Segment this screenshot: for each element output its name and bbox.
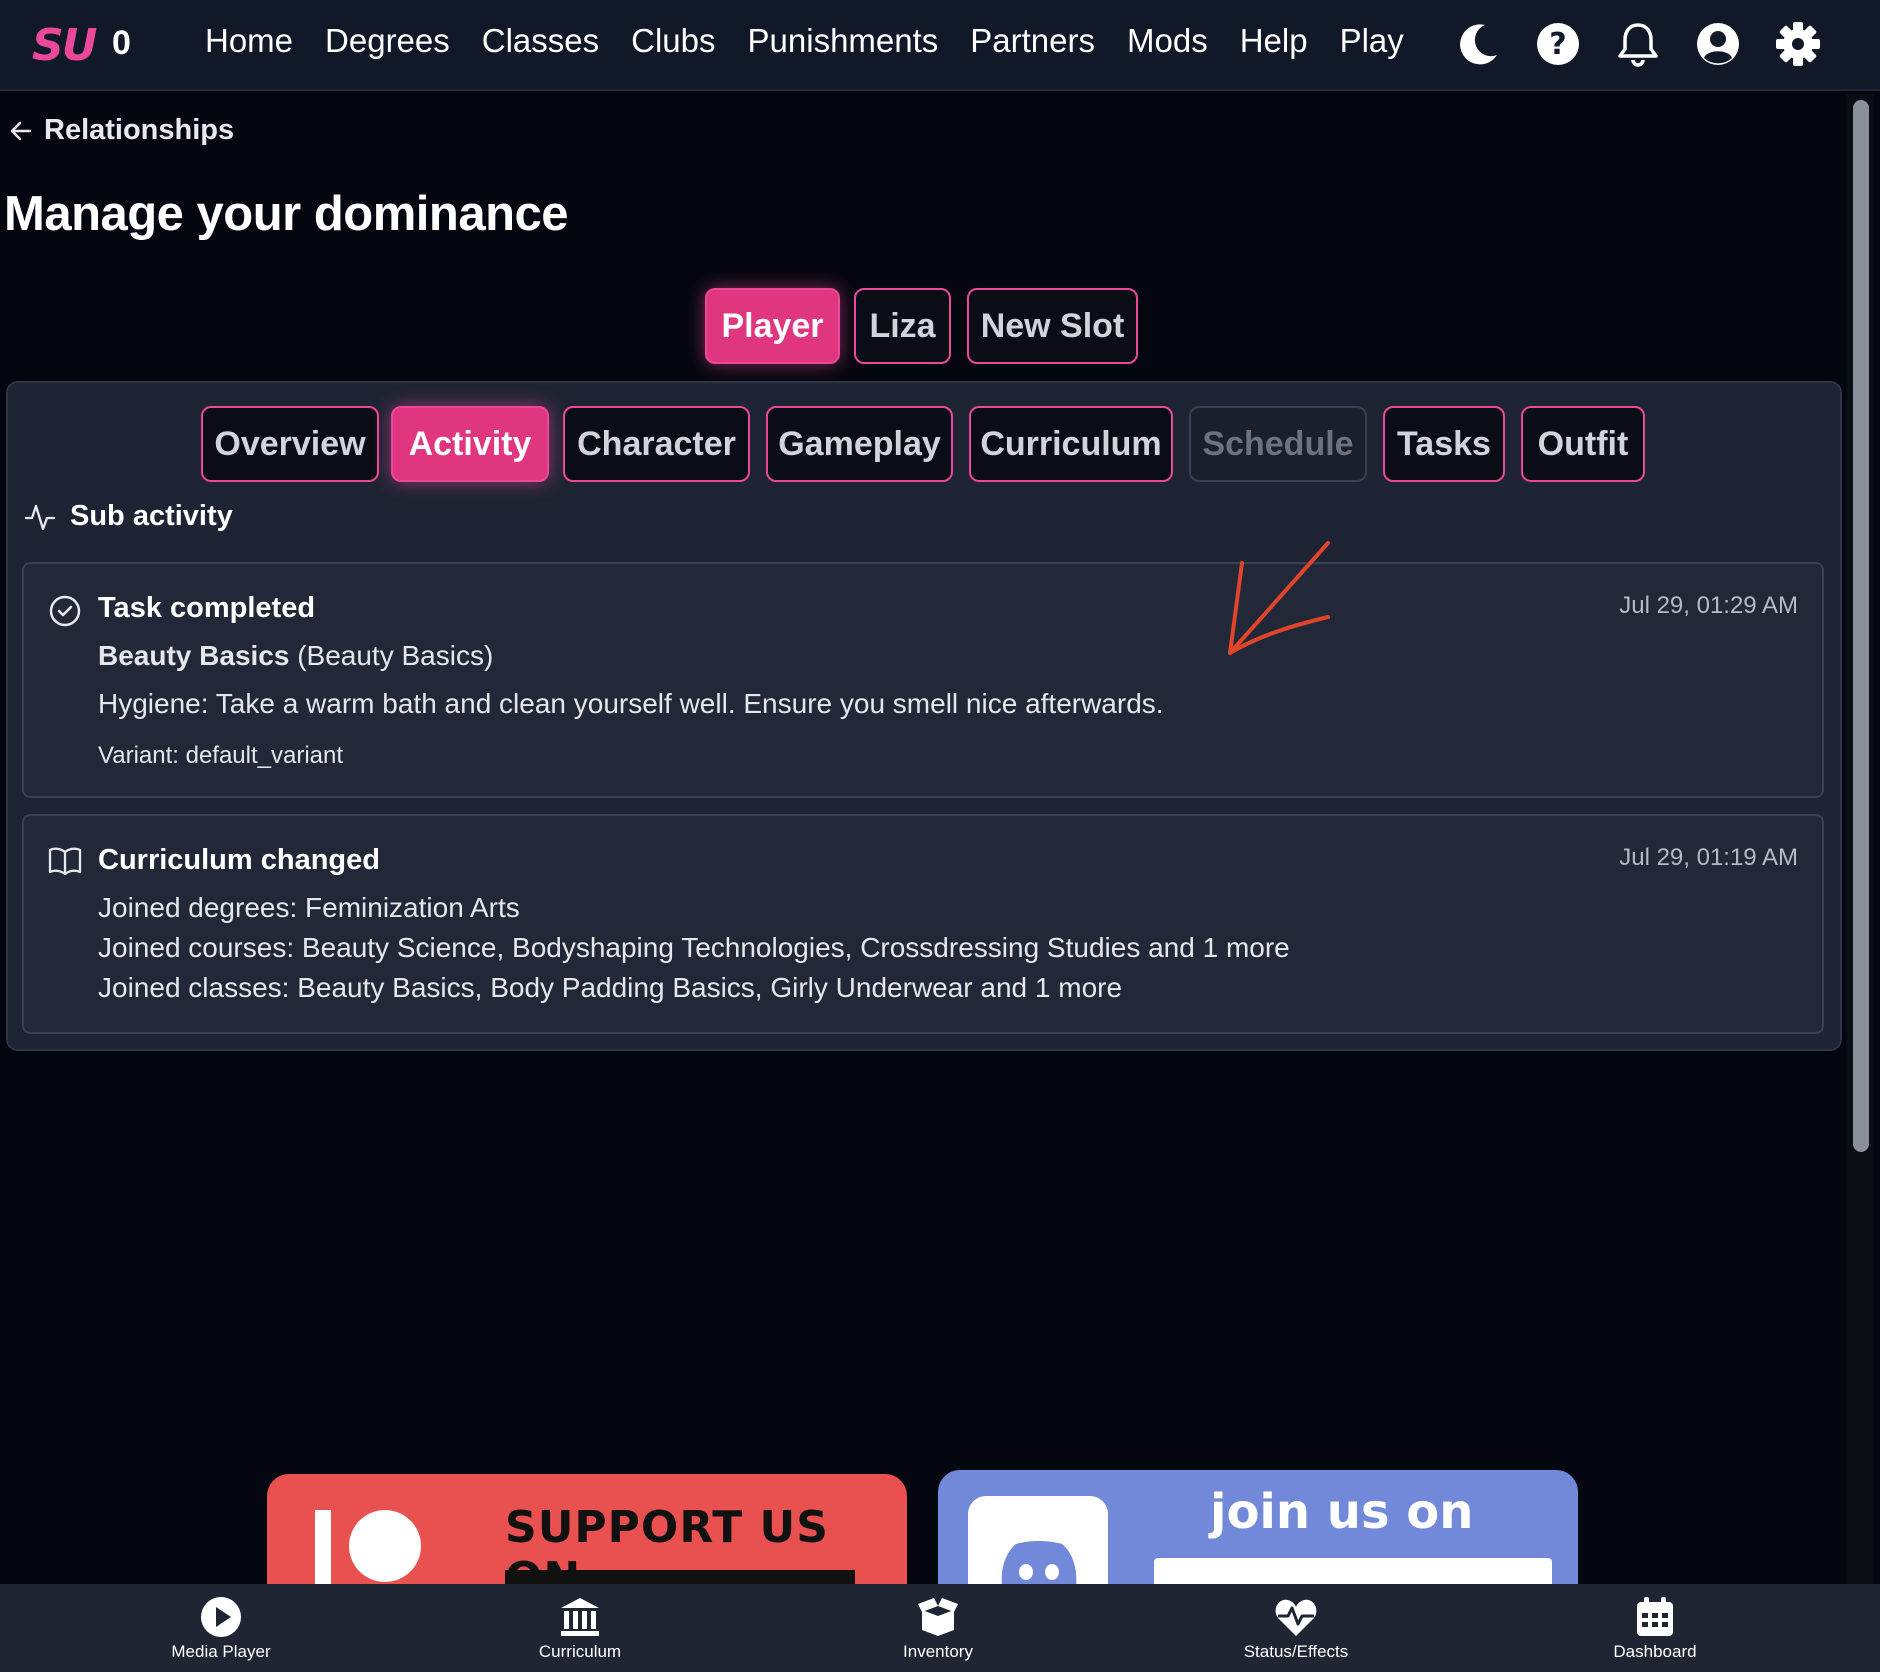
play-circle-icon bbox=[201, 1597, 241, 1637]
bottom-nav-dashboard[interactable]: Dashboard bbox=[1555, 1596, 1755, 1662]
coin-balance: 0 bbox=[112, 24, 131, 62]
book-open-icon bbox=[48, 847, 82, 876]
moon-icon[interactable] bbox=[1454, 20, 1502, 68]
top-nav-bar: SU 0 Home Degrees Classes Clubs Punishme… bbox=[0, 0, 1880, 91]
nav-mods[interactable]: Mods bbox=[1127, 22, 1208, 60]
nav-play[interactable]: Play bbox=[1340, 22, 1404, 60]
nav-degrees[interactable]: Degrees bbox=[325, 22, 450, 60]
bell-icon[interactable] bbox=[1614, 20, 1662, 68]
nav-clubs[interactable]: Clubs bbox=[631, 22, 715, 60]
discord-logo-icon bbox=[1001, 1541, 1077, 1584]
task-variant: Variant: default_variant bbox=[98, 742, 344, 769]
discord-wordmark-fragment bbox=[1154, 1558, 1552, 1584]
check-circle-icon bbox=[49, 595, 81, 627]
task-name: Beauty Basics bbox=[98, 640, 290, 671]
nav-partners[interactable]: Partners bbox=[970, 22, 1095, 60]
header-icons: ? bbox=[1454, 20, 1822, 68]
nav-punishments[interactable]: Punishments bbox=[748, 22, 939, 60]
patreon-banner[interactable]: SUPPORT US ON bbox=[267, 1474, 907, 1584]
site-logo[interactable]: SU bbox=[32, 20, 97, 71]
discord-banner-text: join us on bbox=[1210, 1484, 1474, 1540]
activity-type: Curriculum changed bbox=[98, 844, 380, 876]
annotation-arrow bbox=[1228, 541, 1330, 655]
user-icon[interactable] bbox=[1694, 20, 1742, 68]
tab-overview[interactable]: Overview bbox=[201, 406, 379, 482]
bottom-nav-inventory[interactable]: Inventory bbox=[838, 1596, 1038, 1662]
bottom-nav-label: Dashboard bbox=[1613, 1642, 1697, 1661]
patreon-logo-icon bbox=[315, 1510, 421, 1584]
task-class: (Beauty Basics) bbox=[297, 640, 494, 671]
tab-schedule: Schedule bbox=[1189, 406, 1367, 482]
joined-degrees: Joined degrees: Feminization Arts bbox=[98, 892, 520, 923]
bottom-nav-label: Curriculum bbox=[538, 1642, 622, 1661]
nav-home[interactable]: Home bbox=[205, 22, 293, 60]
help-icon[interactable]: ? bbox=[1534, 20, 1582, 68]
back-link-label: Relationships bbox=[44, 114, 235, 146]
main-nav: Home Degrees Classes Clubs Punishments P… bbox=[205, 22, 1404, 60]
tab-activity[interactable]: Activity bbox=[391, 406, 549, 482]
calendar-icon bbox=[1637, 1597, 1673, 1636]
bottom-nav-label: Status/Effects bbox=[1243, 1642, 1349, 1661]
scrollbar-thumb[interactable] bbox=[1853, 100, 1869, 1152]
bottom-nav-label: Inventory bbox=[903, 1642, 973, 1661]
box-open-icon bbox=[918, 1598, 958, 1636]
discord-banner[interactable]: join us on bbox=[938, 1470, 1578, 1584]
bottom-nav: Media Player Curriculum Inventory Status… bbox=[0, 1584, 1880, 1672]
gear-icon[interactable] bbox=[1774, 20, 1822, 68]
tab-character[interactable]: Character bbox=[563, 406, 750, 482]
task-description: Hygiene: Take a warm bath and clean your… bbox=[98, 688, 1164, 719]
tab-gameplay[interactable]: Gameplay bbox=[766, 406, 953, 482]
slot-player[interactable]: Player bbox=[705, 288, 840, 364]
slot-new[interactable]: New Slot bbox=[967, 288, 1138, 364]
activity-timestamp: Jul 29, 01:19 AM bbox=[1619, 844, 1798, 871]
joined-courses: Joined courses: Beauty Science, Bodyshap… bbox=[98, 932, 1290, 963]
task-name-line: Beauty Basics (Beauty Basics) bbox=[98, 640, 493, 672]
page-title: Manage your dominance bbox=[4, 187, 569, 241]
institution-icon bbox=[561, 1598, 599, 1636]
activity-card-curriculum: Curriculum changed Jul 29, 01:19 AM Join… bbox=[22, 814, 1824, 1034]
activity-timestamp: Jul 29, 01:29 AM bbox=[1619, 592, 1798, 619]
slot-liza[interactable]: Liza bbox=[854, 288, 951, 364]
tab-outfit[interactable]: Outfit bbox=[1521, 406, 1645, 482]
sub-activity-heading: Sub activity bbox=[24, 500, 233, 533]
activity-type: Task completed bbox=[98, 592, 316, 624]
bottom-nav-label: Media Player bbox=[171, 1642, 271, 1661]
arrow-left-icon bbox=[10, 121, 32, 140]
nav-classes[interactable]: Classes bbox=[482, 22, 599, 60]
svg-text:?: ? bbox=[1549, 27, 1566, 62]
tab-tasks[interactable]: Tasks bbox=[1383, 406, 1505, 482]
bottom-nav-curriculum[interactable]: Curriculum bbox=[480, 1596, 680, 1662]
heart-pulse-icon bbox=[1275, 1599, 1317, 1636]
discord-logo-box bbox=[968, 1496, 1108, 1584]
tab-curriculum[interactable]: Curriculum bbox=[969, 406, 1173, 482]
activity-icon bbox=[24, 504, 56, 530]
patreon-wordmark-fragment bbox=[505, 1570, 855, 1584]
nav-help[interactable]: Help bbox=[1240, 22, 1308, 60]
joined-classes: Joined classes: Beauty Basics, Body Padd… bbox=[98, 972, 1123, 1003]
back-link[interactable]: Relationships bbox=[8, 114, 234, 147]
bottom-nav-media-player[interactable]: Media Player bbox=[121, 1596, 321, 1662]
sub-activity-label: Sub activity bbox=[70, 500, 233, 532]
bottom-nav-status-effects[interactable]: Status/Effects bbox=[1196, 1596, 1396, 1662]
activity-card-task: Task completed Jul 29, 01:29 AM Beauty B… bbox=[22, 562, 1824, 798]
